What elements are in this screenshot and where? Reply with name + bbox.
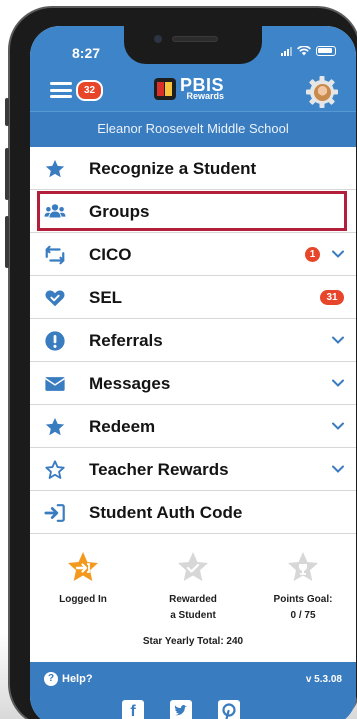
help-label: Help? bbox=[62, 673, 93, 685]
twitter-icon[interactable] bbox=[170, 700, 192, 719]
app-header: 8:27 32 PBIS Rewards Eleanor Roosevelt M… bbox=[30, 26, 356, 147]
logo-mark-icon bbox=[154, 77, 176, 100]
stat-logged-in: Logged In bbox=[38, 550, 128, 608]
chevron-down-icon[interactable] bbox=[332, 248, 344, 260]
menu-item-sel[interactable]: SEL 31 bbox=[30, 276, 356, 319]
menu-item-label: Student Auth Code bbox=[89, 503, 243, 522]
school-name-bar: Eleanor Roosevelt Middle School bbox=[30, 111, 356, 147]
pbis-rewards-logo: PBIS Rewards bbox=[154, 76, 224, 101]
pinterest-icon[interactable] bbox=[218, 700, 240, 719]
points-goal-value: 0 / 75 bbox=[290, 610, 316, 621]
app-screen: 8:27 32 PBIS Rewards Eleanor Roosevelt M… bbox=[30, 26, 356, 719]
question-icon: ? bbox=[44, 672, 58, 686]
chevron-down-icon[interactable] bbox=[332, 334, 344, 346]
envelope-icon bbox=[44, 377, 66, 391]
sign-in-icon bbox=[44, 504, 65, 522]
speaker-grille bbox=[172, 36, 218, 42]
stat-label: a Student bbox=[170, 610, 216, 621]
phone-side-button bbox=[5, 216, 9, 268]
stat-points-goal: Points Goal: 0 / 75 bbox=[258, 550, 348, 624]
menu-item-recognize-student[interactable]: Recognize a Student bbox=[30, 147, 356, 190]
app-version: v 5.3.08 bbox=[305, 674, 342, 685]
chevron-down-icon[interactable] bbox=[332, 377, 344, 389]
swap-arrows-icon bbox=[45, 245, 65, 265]
menu-item-student-auth-code[interactable]: Student Auth Code bbox=[30, 491, 356, 534]
star-sign-in-icon bbox=[68, 552, 98, 581]
star-yearly-total: Star Yearly Total: 240 bbox=[142, 636, 244, 647]
star-check-icon bbox=[178, 552, 208, 581]
menu-item-label: Messages bbox=[89, 374, 171, 393]
logo-subtitle: Rewards bbox=[186, 91, 225, 101]
menu-item-redeem[interactable]: Redeem bbox=[30, 405, 356, 448]
menu-item-teacher-rewards[interactable]: Teacher Rewards bbox=[30, 448, 356, 491]
heart-check-icon bbox=[45, 290, 65, 307]
stat-label: Points Goal: bbox=[273, 594, 333, 605]
menu-item-label: Recognize a Student bbox=[89, 159, 257, 178]
chevron-down-icon[interactable] bbox=[332, 420, 344, 432]
status-icons bbox=[281, 46, 336, 56]
facebook-icon[interactable]: f bbox=[122, 700, 144, 719]
star-icon bbox=[45, 417, 65, 436]
stat-label: Logged In bbox=[59, 594, 107, 605]
star-icon bbox=[45, 159, 65, 178]
user-settings-avatar[interactable] bbox=[306, 76, 338, 108]
avatar-photo bbox=[314, 84, 331, 101]
social-links: f bbox=[122, 700, 240, 719]
phone-frame: 8:27 32 PBIS Rewards Eleanor Roosevelt M… bbox=[5, 6, 357, 719]
sel-badge: 31 bbox=[320, 290, 344, 305]
battery-icon bbox=[316, 46, 336, 56]
cico-badge: 1 bbox=[305, 247, 320, 262]
help-link[interactable]: ? Help? bbox=[44, 672, 93, 686]
status-time: 8:27 bbox=[72, 45, 101, 61]
star-trophy-icon bbox=[288, 552, 318, 581]
chevron-down-icon[interactable] bbox=[332, 463, 344, 475]
menu-item-label: SEL bbox=[89, 288, 123, 307]
stat-rewarded-student: Rewarded a Student bbox=[148, 550, 238, 624]
wifi-icon bbox=[297, 46, 311, 56]
menu-item-referrals[interactable]: Referrals bbox=[30, 319, 356, 362]
menu-item-messages[interactable]: Messages bbox=[30, 362, 356, 405]
menu-item-label: CICO bbox=[89, 245, 132, 264]
star-outline-icon bbox=[45, 460, 65, 479]
stats-panel: Logged In Rewarded a Student Points Goal… bbox=[30, 536, 356, 662]
stat-label: Rewarded bbox=[169, 594, 217, 605]
notification-badge[interactable]: 32 bbox=[76, 80, 104, 101]
groups-highlight-box bbox=[37, 191, 347, 231]
phone-side-button bbox=[5, 148, 9, 200]
phone-notch bbox=[124, 26, 262, 64]
menu-item-label: Referrals bbox=[89, 331, 163, 350]
exclamation-icon bbox=[45, 331, 65, 351]
phone-side-button bbox=[5, 98, 9, 126]
app-footer: ? Help? v 5.3.08 f bbox=[30, 662, 356, 719]
menu-item-label: Teacher Rewards bbox=[89, 460, 229, 479]
camera-icon bbox=[154, 35, 162, 43]
signal-icon bbox=[281, 46, 292, 56]
hamburger-menu-icon[interactable] bbox=[50, 82, 72, 98]
menu-item-label: Redeem bbox=[89, 417, 156, 436]
menu-item-cico[interactable]: CICO 1 bbox=[30, 233, 356, 276]
